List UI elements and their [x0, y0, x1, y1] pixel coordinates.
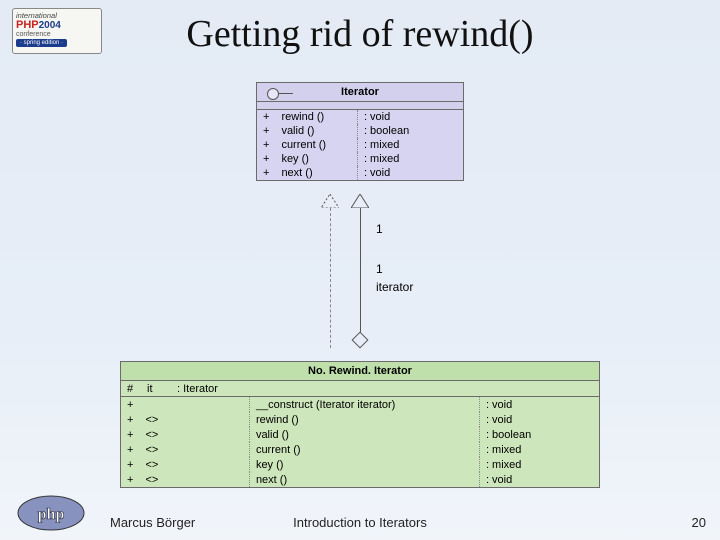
uml-method-sig: next ()	[275, 166, 357, 180]
uml-visibility: #	[121, 381, 141, 396]
uml-method-sig: valid ()	[249, 427, 479, 442]
footer-page-number: 20	[692, 515, 706, 530]
uml-class-norewinditerator: No. Rewind. Iterator # it : Iterator + __…	[120, 361, 600, 488]
uml-visibility: +	[257, 138, 275, 152]
uml-stereotype: <>	[139, 472, 249, 487]
uml-stereotype: <>	[139, 457, 249, 472]
uml-method-row: +valid (): boolean	[257, 124, 463, 138]
association-role: iterator	[376, 280, 413, 294]
uml-method-sig: current ()	[249, 442, 479, 457]
interface-icon	[267, 88, 279, 100]
uml-visibility: +	[121, 412, 139, 427]
uml-method-row: +<>rewind (): void	[121, 412, 599, 427]
uml-visibility: +	[257, 166, 275, 180]
uml-method-sig: key ()	[249, 457, 479, 472]
uml-stereotype	[139, 397, 249, 412]
interface-icon-line	[279, 93, 293, 94]
uml-method-ret: : void	[479, 397, 599, 412]
uml-method-row: +current (): mixed	[257, 138, 463, 152]
uml-method-ret: : mixed	[357, 152, 463, 166]
uml-method-row: +<>current (): mixed	[121, 442, 599, 457]
generalization-arrowhead	[351, 194, 369, 208]
uml-visibility: +	[257, 152, 275, 166]
multiplicity-bottom: 1	[376, 262, 383, 276]
uml-diagram: Iterator +rewind (): void+valid (): bool…	[0, 82, 720, 488]
uml-class-header: Iterator	[257, 83, 463, 102]
association-line	[360, 208, 361, 334]
php-logo: php	[16, 494, 86, 532]
uml-visibility: +	[121, 442, 139, 457]
uml-method-ret: : void	[479, 472, 599, 487]
uml-method-ret: : void	[479, 412, 599, 427]
slide-footer: php Marcus Börger Introduction to Iterat…	[0, 494, 720, 534]
uml-method-sig: valid ()	[275, 124, 357, 138]
uml-method-ret: : boolean	[357, 124, 463, 138]
uml-visibility: +	[257, 124, 275, 138]
uml-class-name: Iterator	[341, 86, 379, 98]
uml-visibility: +	[121, 457, 139, 472]
uml-method-row: +<>key (): mixed	[121, 457, 599, 472]
uml-method-ret: : mixed	[357, 138, 463, 152]
uml-method-row: + __construct (Iterator iterator): void	[121, 397, 599, 412]
uml-class-iterator: Iterator +rewind (): void+valid (): bool…	[256, 82, 464, 181]
uml-method-sig: rewind ()	[249, 412, 479, 427]
multiplicity-top: 1	[376, 222, 383, 236]
uml-class-header: No. Rewind. Iterator	[121, 362, 599, 381]
aggregation-diamond	[352, 332, 369, 349]
realization-arrowhead	[321, 194, 339, 208]
uml-method-sig: next ()	[249, 472, 479, 487]
uml-method-ret: : void	[357, 166, 463, 180]
uml-method-ret: : mixed	[479, 442, 599, 457]
uml-method-sig: rewind ()	[275, 110, 357, 124]
slide-title: Getting rid of rewind()	[0, 12, 720, 56]
footer-author: Marcus Börger	[110, 515, 195, 530]
uml-class-name: No. Rewind. Iterator	[308, 365, 412, 377]
uml-attributes: # it : Iterator	[121, 381, 599, 397]
uml-method-ret: : boolean	[479, 427, 599, 442]
uml-method-sig: current ()	[275, 138, 357, 152]
uml-methods: +rewind (): void+valid (): boolean+curre…	[257, 110, 463, 180]
footer-deck-title: Introduction to Iterators	[293, 515, 427, 530]
uml-visibility: +	[121, 427, 139, 442]
svg-text:php: php	[38, 506, 65, 523]
uml-stereotype: <>	[139, 427, 249, 442]
uml-method-row: +key (): mixed	[257, 152, 463, 166]
uml-method-row: +<>valid (): boolean	[121, 427, 599, 442]
uml-method-ret: : void	[357, 110, 463, 124]
uml-visibility: +	[257, 110, 275, 124]
uml-method-sig: key ()	[275, 152, 357, 166]
uml-method-row: +rewind (): void	[257, 110, 463, 124]
uml-methods: +__construct (Iterator iterator): void+<…	[121, 397, 599, 487]
realization-line	[330, 208, 331, 348]
uml-method-sig: __construct (Iterator iterator)	[249, 397, 479, 412]
uml-attr-name: it	[141, 381, 171, 396]
uml-attribute-row: # it : Iterator	[121, 381, 599, 396]
uml-attr-empty	[257, 102, 463, 110]
uml-attr-type: : Iterator	[171, 381, 599, 396]
uml-visibility: +	[121, 397, 139, 412]
uml-stereotype: <>	[139, 442, 249, 457]
uml-stereotype: <>	[139, 412, 249, 427]
uml-visibility: +	[121, 472, 139, 487]
uml-method-ret: : mixed	[479, 457, 599, 472]
uml-method-row: +<>next (): void	[121, 472, 599, 487]
uml-method-row: +next (): void	[257, 166, 463, 180]
